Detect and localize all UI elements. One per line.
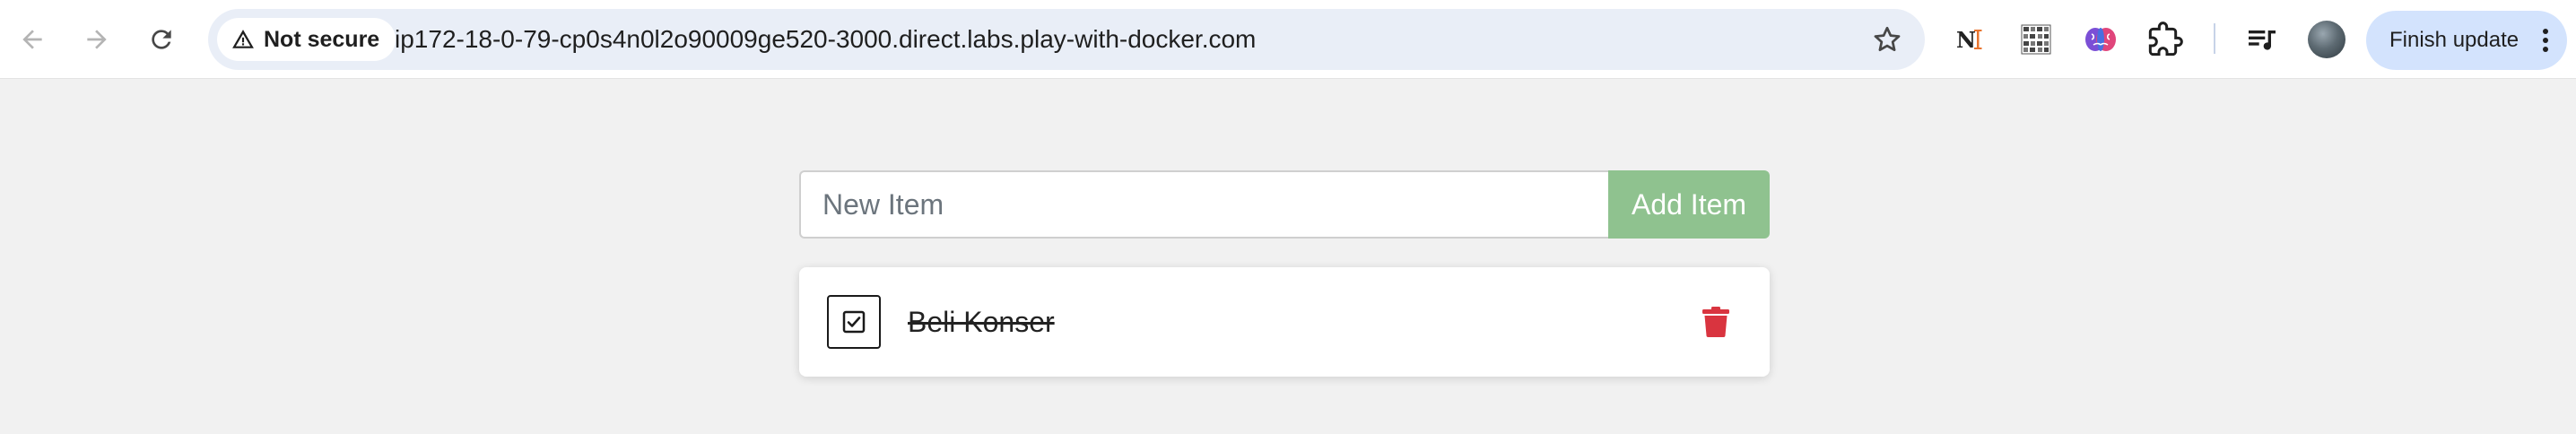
media-queue-icon bbox=[2249, 30, 2276, 50]
finish-update-button[interactable]: Finish update bbox=[2366, 11, 2567, 70]
checked-checkbox-icon bbox=[842, 310, 866, 334]
reload-button[interactable] bbox=[138, 16, 185, 63]
extensions-puzzle-icon bbox=[2148, 22, 2183, 56]
avatar[interactable] bbox=[2308, 21, 2345, 58]
add-item-button[interactable]: Add Item bbox=[1608, 170, 1770, 239]
list-item: Beli Konser bbox=[799, 267, 1770, 377]
more-vert-icon bbox=[2543, 29, 2548, 52]
extension-brain-icon bbox=[2085, 28, 2116, 51]
back-icon bbox=[22, 30, 42, 49]
finish-update-label: Finish update bbox=[2389, 28, 2519, 52]
item-name: Beli Konser bbox=[908, 306, 1055, 338]
media-queue-button[interactable] bbox=[2242, 20, 2282, 59]
forward-icon bbox=[87, 30, 107, 49]
extension-qr-icon bbox=[2021, 24, 2051, 55]
extension-n-icon: N bbox=[1956, 27, 1982, 53]
new-item-input[interactable] bbox=[799, 170, 1608, 239]
extension-brain-button[interactable] bbox=[2081, 20, 2120, 59]
add-item-form: Add Item bbox=[799, 170, 1770, 239]
security-label: Not secure bbox=[264, 26, 380, 52]
address-bar[interactable]: Not secure ip172-18-0-79-cp0s4n0l2o90009… bbox=[208, 9, 1925, 70]
url-text[interactable]: ip172-18-0-79-cp0s4n0l2o90009ge520-3000.… bbox=[395, 9, 1256, 70]
extension-n-button[interactable]: N bbox=[1952, 20, 1991, 59]
toggle-complete-button[interactable] bbox=[827, 295, 881, 349]
warning-icon bbox=[232, 30, 254, 48]
trash-icon[interactable] bbox=[1701, 307, 1730, 337]
extension-qr-button[interactable] bbox=[2016, 20, 2056, 59]
extensions-button[interactable] bbox=[2145, 20, 2185, 59]
reload-icon bbox=[152, 30, 171, 49]
site-info-chip[interactable]: Not secure bbox=[217, 18, 396, 61]
toolbar-divider bbox=[2214, 23, 2215, 54]
svg-text:N: N bbox=[1956, 27, 1976, 53]
browser-toolbar: Not secure ip172-18-0-79-cp0s4n0l2o90009… bbox=[0, 0, 2576, 79]
back-button[interactable] bbox=[9, 16, 56, 63]
star-icon[interactable] bbox=[1871, 23, 1903, 56]
forward-button[interactable] bbox=[74, 16, 120, 63]
